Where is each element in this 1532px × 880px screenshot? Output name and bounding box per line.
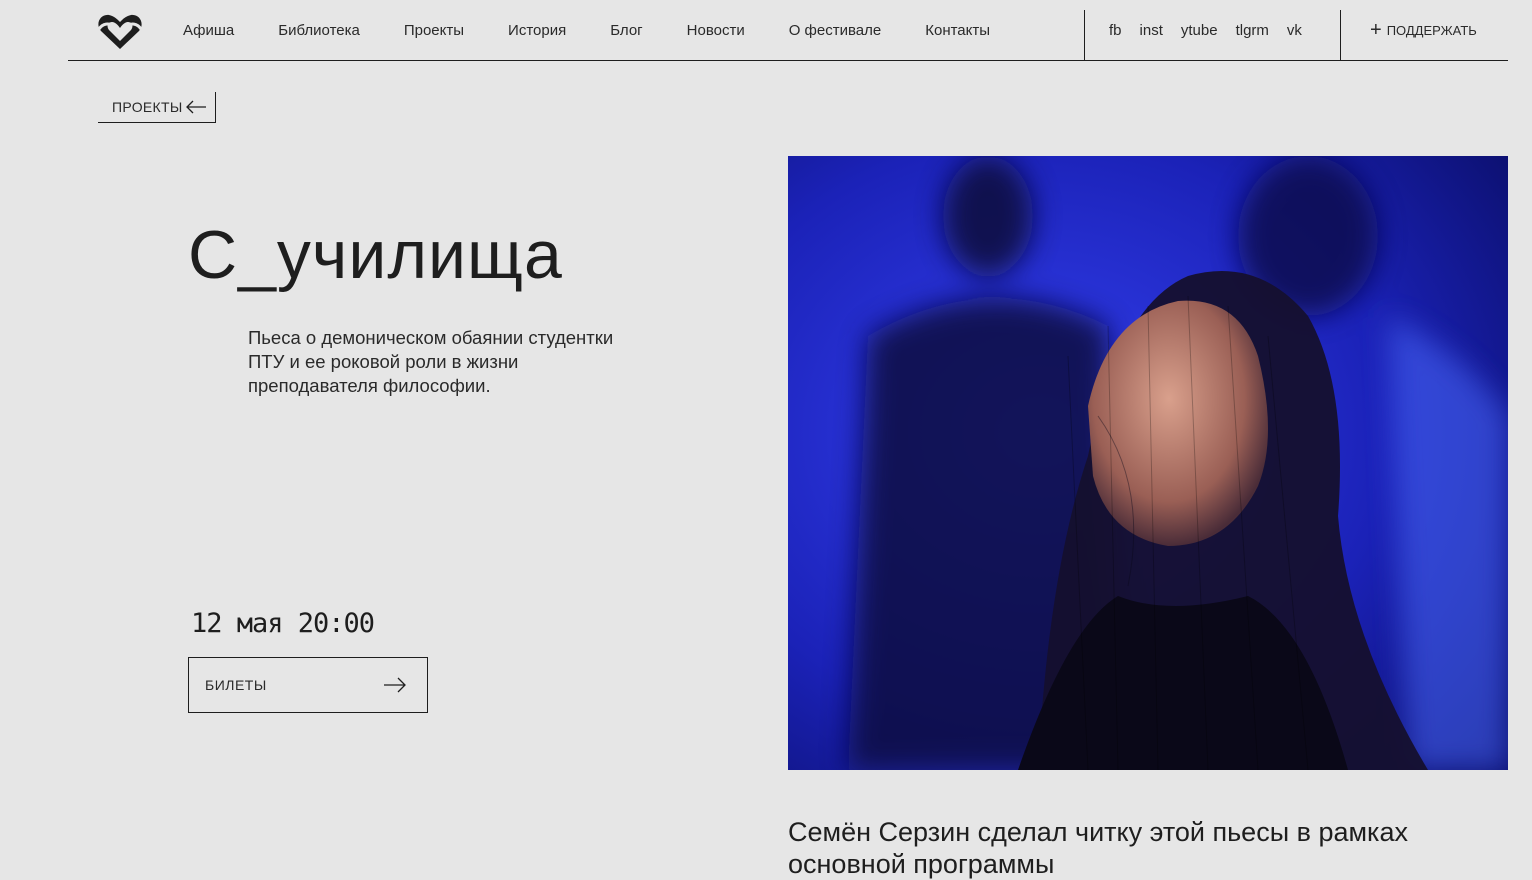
nav-item-afisha[interactable]: Афиша <box>183 22 234 39</box>
header-divider <box>1084 10 1085 60</box>
tickets-label: БИЛЕТЫ <box>205 677 267 693</box>
arrow-right-icon <box>384 677 406 693</box>
nav-item-news[interactable]: Новости <box>687 22 745 39</box>
arrow-left-icon <box>185 100 206 114</box>
social-link-tlgrm[interactable]: tlgrm <box>1236 22 1269 39</box>
header-divider <box>1340 10 1341 60</box>
event-description: Пьеса о демоническом обаянии студентки П… <box>248 327 614 396</box>
nav-item-about[interactable]: О фестивале <box>789 22 882 39</box>
heart-logo-icon[interactable] <box>97 11 143 51</box>
social-link-ytube[interactable]: ytube <box>1181 22 1218 39</box>
social-link-vk[interactable]: vk <box>1287 22 1302 39</box>
nav-item-blog[interactable]: Блог <box>610 22 642 39</box>
main-nav: Афиша Библиотека Проекты История Блог Но… <box>183 0 1034 60</box>
social-link-inst[interactable]: inst <box>1140 22 1163 39</box>
event-caption: Семён Серзин сделал читку этой пьесы в р… <box>788 817 1408 879</box>
tickets-button[interactable]: БИЛЕТЫ <box>188 657 428 713</box>
back-to-projects-link[interactable]: ПРОЕКТЫ <box>98 92 216 123</box>
social-links: fb inst ytube tlgrm vk <box>1109 0 1320 60</box>
nav-item-history[interactable]: История <box>508 22 566 39</box>
site-header: Афиша Библиотека Проекты История Блог Но… <box>68 0 1508 61</box>
support-button[interactable]: + ПОДДЕРЖАТЬ <box>1370 0 1477 60</box>
support-label: ПОДДЕРЖАТЬ <box>1386 22 1477 38</box>
nav-item-contacts[interactable]: Контакты <box>925 22 990 39</box>
event-title: С_училища <box>188 217 563 293</box>
event-photo <box>788 156 1508 770</box>
nav-item-projects[interactable]: Проекты <box>404 22 464 39</box>
plus-icon: + <box>1370 19 1382 41</box>
event-photo-illustration <box>788 156 1508 770</box>
social-link-fb[interactable]: fb <box>1109 22 1122 39</box>
event-datetime: 12 мая 20:00 <box>191 608 375 639</box>
nav-item-library[interactable]: Библиотека <box>278 22 360 39</box>
back-link-label: ПРОЕКТЫ <box>112 99 183 115</box>
